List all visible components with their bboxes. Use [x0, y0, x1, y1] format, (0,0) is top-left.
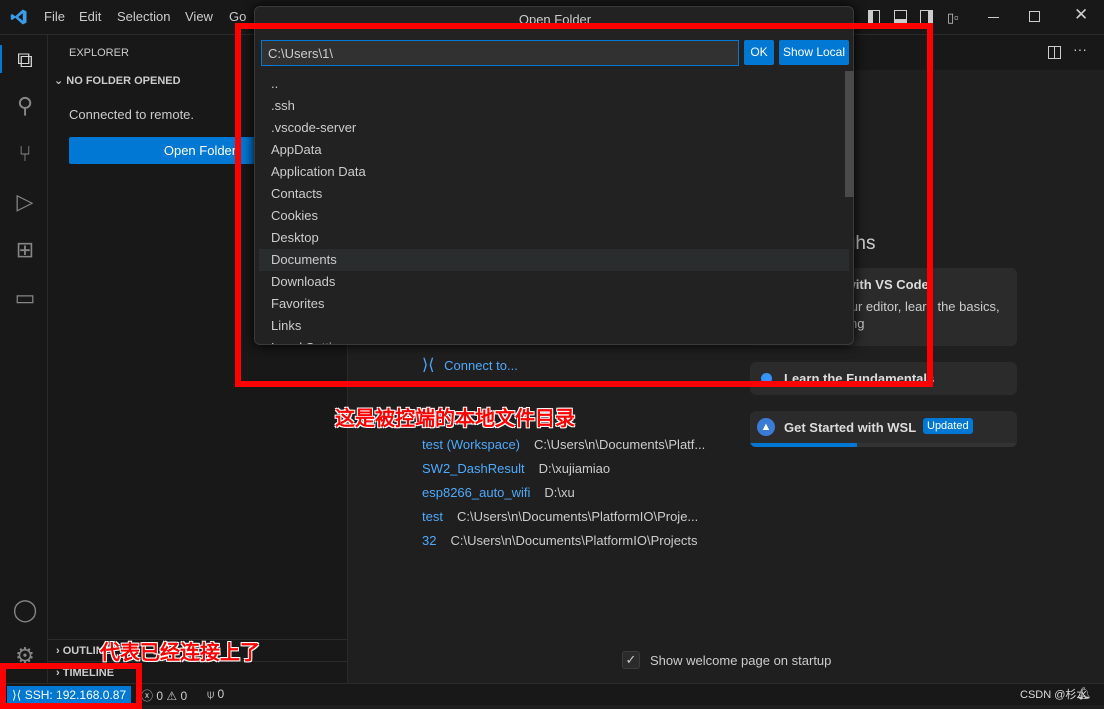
- explorer-icon[interactable]: ⧉: [12, 47, 38, 73]
- source-control-icon[interactable]: ⑂: [12, 141, 38, 167]
- annotation-dialog-text: 这是被控端的本地文件目录: [335, 408, 575, 430]
- warning-count: 0: [180, 689, 188, 703]
- no-folder-section[interactable]: ⌄ NO FOLDER OPENED: [54, 74, 181, 87]
- split-editor-icon[interactable]: [1048, 46, 1061, 59]
- active-indicator: [0, 45, 2, 73]
- recent-name[interactable]: SW2_DashResult: [422, 461, 525, 476]
- recent-item[interactable]: 32 C:\Users\n\Documents\PlatformIO\Projec…: [422, 533, 705, 557]
- recent-name[interactable]: esp8266_auto_wifi: [422, 485, 530, 500]
- problems-indicator[interactable]: ⓧ 0 ⚠ 0: [141, 687, 187, 704]
- walkthrough-card-wsl[interactable]: ▲ Get Started with WSL Updated: [750, 411, 1017, 447]
- ports-indicator[interactable]: ⍦ 0: [207, 687, 224, 702]
- toggle-sidebar-icon[interactable]: [868, 10, 880, 24]
- toggle-panel-icon[interactable]: [894, 10, 907, 24]
- recent-path: C:\Users\n\Documents\PlatformIO\Proje...: [456, 509, 699, 524]
- connected-message: Connected to remote.: [69, 107, 195, 122]
- customize-layout-icon[interactable]: ▯▫: [947, 10, 959, 26]
- search-icon[interactable]: ⚲: [12, 93, 38, 119]
- more-actions-icon[interactable]: ···: [1073, 41, 1087, 57]
- minimize-icon[interactable]: [988, 17, 999, 18]
- notifications-bell-icon[interactable]: 🔔︎: [1076, 686, 1091, 700]
- section-label: NO FOLDER OPENED: [66, 75, 181, 87]
- recent-path: C:\Users\n\Documents\PlatformIO\Projects: [450, 533, 698, 548]
- close-icon[interactable]: ✕: [1074, 5, 1088, 25]
- show-on-startup-checkbox[interactable]: ✓: [622, 651, 640, 669]
- recent-item[interactable]: test C:\Users\n\Documents\PlatformIO\Proj…: [422, 509, 705, 533]
- menu-view[interactable]: View: [185, 9, 213, 24]
- recent-path: C:\Users\n\Documents\Platf...: [534, 437, 706, 452]
- recent-path: D:\xu: [544, 485, 575, 500]
- recent-list: test (Workspace) C:\Users\n\Documents\Pla…: [422, 437, 705, 557]
- status-bar: ⟩⟨ SSH: 192.168.0.87 ⓧ 0 ⚠ 0 ⍦ 0 CSDN @杉…: [0, 683, 1104, 705]
- run-debug-icon[interactable]: ▷: [12, 189, 38, 215]
- maximize-icon[interactable]: [1029, 11, 1040, 22]
- extensions-icon[interactable]: ⊞: [12, 237, 38, 263]
- antenna-icon: ⍦: [207, 687, 215, 701]
- card-title: Get Started with WSL: [784, 420, 917, 435]
- annotation-status-text: 代表已经连接上了: [100, 642, 260, 664]
- progress-track: [750, 443, 1017, 447]
- updated-badge: Updated: [923, 418, 973, 434]
- progress-fill: [750, 443, 857, 447]
- show-on-startup-label: Show welcome page on startup: [650, 653, 832, 668]
- chevron-right-icon: ›: [56, 645, 63, 657]
- menu-edit[interactable]: Edit: [79, 9, 101, 24]
- menu-go[interactable]: Go: [229, 9, 246, 24]
- linux-penguin-icon: ▲: [757, 418, 775, 436]
- vscode-logo-icon: [10, 9, 27, 25]
- annotation-box-status: [0, 663, 142, 709]
- chevron-down-icon: ⌄: [54, 75, 67, 87]
- recent-name[interactable]: test (Workspace): [422, 437, 520, 452]
- recent-path: D:\xujiamiao: [538, 461, 611, 476]
- recent-name[interactable]: 32: [422, 533, 436, 548]
- accounts-icon[interactable]: ◯: [12, 597, 38, 623]
- ports-count: 0: [217, 687, 225, 701]
- error-icon: ⓧ: [141, 689, 154, 703]
- toggle-secondary-sidebar-icon[interactable]: [920, 10, 933, 24]
- activity-bar: ⧉ ⚲ ⑂ ▷ ⊞ ▭ ◯ ⚙: [0, 35, 48, 683]
- warning-icon: ⚠: [166, 689, 178, 703]
- recent-item[interactable]: SW2_DashResult D:\xujiamiao: [422, 461, 705, 485]
- recent-item[interactable]: esp8266_auto_wifi D:\xu: [422, 485, 705, 509]
- menu-file[interactable]: File: [44, 9, 65, 24]
- annotation-box-dialog: [235, 23, 933, 387]
- sidebar-title: EXPLORER: [69, 47, 129, 59]
- remote-explorer-icon[interactable]: ▭: [12, 285, 38, 311]
- error-count: 0: [156, 689, 164, 703]
- recent-name[interactable]: test: [422, 509, 443, 524]
- recent-item[interactable]: test (Workspace) C:\Users\n\Documents\Pla…: [422, 437, 705, 461]
- menu-selection[interactable]: Selection: [117, 9, 170, 24]
